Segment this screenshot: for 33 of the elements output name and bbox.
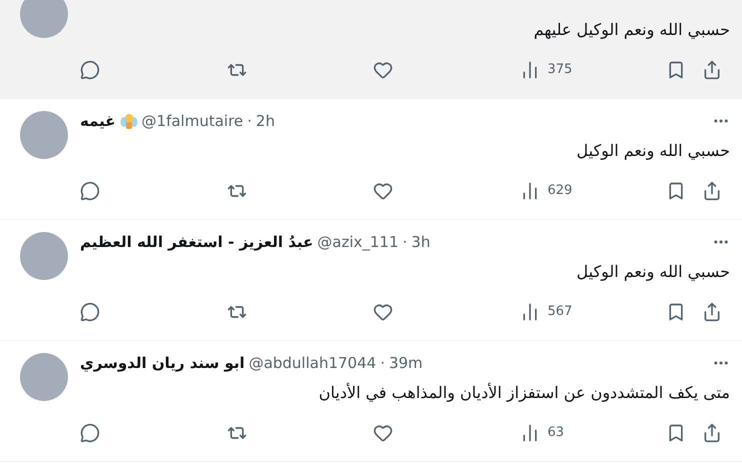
user-handle[interactable]: @azix_111: [317, 230, 398, 254]
user-name[interactable]: عبدُ العزيز - استغفر الله العظيم: [80, 230, 314, 254]
views-count: 629: [548, 182, 572, 200]
fairy-emoji-icon: [120, 112, 138, 130]
user-name[interactable]: ابو سند ريان الدوسري: [80, 352, 245, 374]
reply-icon[interactable]: [80, 302, 100, 322]
timestamp[interactable]: 2h: [256, 110, 275, 132]
share-icon[interactable]: [702, 302, 722, 322]
share-icon[interactable]: [702, 60, 722, 80]
timestamp[interactable]: 3h: [411, 230, 430, 254]
share-icon[interactable]: [702, 423, 722, 443]
user-handle[interactable]: @abdullah17044: [248, 352, 376, 374]
tweet-text: حسبي الله ونعم الوكيل: [576, 140, 730, 162]
tweet-text: حسبي الله ونعم الوكيل عليهم: [534, 19, 730, 41]
user-name[interactable]: غيمه: [80, 110, 116, 132]
reply-icon[interactable]: [80, 423, 100, 443]
timestamp[interactable]: 39m: [388, 352, 423, 374]
user-handle[interactable]: @1falmutaire: [142, 110, 244, 132]
views-count: 63: [548, 424, 564, 442]
separator-dot: ·: [380, 352, 385, 374]
views-count: 567: [548, 303, 572, 322]
like-icon[interactable]: [373, 60, 393, 80]
tweet-text: حسبي الله ونعم الوكيل: [576, 261, 730, 283]
reply-icon[interactable]: [80, 181, 100, 201]
like-icon[interactable]: [373, 302, 393, 322]
reply-icon[interactable]: [80, 60, 100, 80]
tweet-text: متى يكف المتشددون عن استفزاز الأديان والمذاهب في الأديان: [318, 382, 730, 404]
like-icon[interactable]: [373, 423, 393, 443]
views-count: 375: [548, 61, 572, 80]
separator-dot: ·: [247, 110, 252, 132]
separator-dot: ·: [402, 232, 408, 253]
share-icon[interactable]: [702, 181, 722, 201]
like-icon[interactable]: [373, 181, 393, 201]
